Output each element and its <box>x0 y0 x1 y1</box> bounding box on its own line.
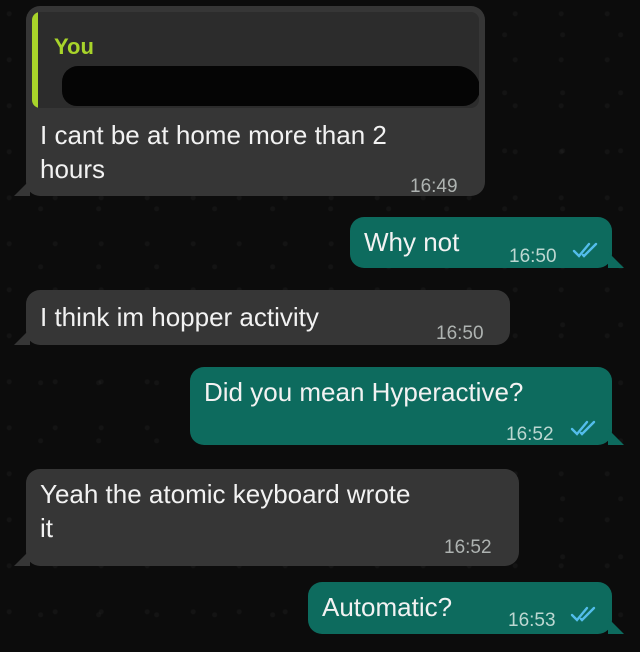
message-time: 16:53 <box>508 610 556 631</box>
message-bubble-incoming[interactable]: Yeah the atomic keyboard wrote it 16:52 <box>14 469 519 566</box>
message-bubble-incoming[interactable]: I think im hopper activity 16:50 <box>14 290 510 345</box>
quote-author: You <box>54 34 94 59</box>
message-text: Yeah the atomic keyboard wrote it <box>40 479 411 543</box>
message-text: I cant be at home more than 2 hours <box>40 120 387 184</box>
message-text: Why not <box>364 227 460 257</box>
message-text: I think im hopper activity <box>40 302 319 332</box>
quoted-message[interactable]: You <box>32 12 479 108</box>
message-time: 16:52 <box>506 424 554 445</box>
redaction-scribble <box>62 66 479 106</box>
message-time: 16:50 <box>509 246 557 267</box>
message-text: Did you mean Hyperactive? <box>204 377 524 407</box>
message-bubble-outgoing[interactable]: Automatic? 16:53 <box>308 582 624 634</box>
quote-accent-bar <box>32 12 38 108</box>
message-bubble-outgoing[interactable]: Did you mean Hyperactive? 16:52 <box>190 367 624 445</box>
message-bubble-outgoing[interactable]: Why not 16:50 <box>350 217 624 268</box>
double-check-icon <box>570 606 596 622</box>
message-bubble-incoming[interactable]: You I cant be at home more than 2 hours … <box>14 6 485 197</box>
message-text: Automatic? <box>322 592 453 622</box>
message-time: 16:52 <box>444 537 492 558</box>
message-time: 16:50 <box>436 323 484 344</box>
double-check-icon <box>570 420 596 436</box>
chat-background: You I cant be at home more than 2 hours … <box>0 0 640 652</box>
double-check-icon <box>572 242 598 258</box>
message-time: 16:49 <box>410 176 458 197</box>
